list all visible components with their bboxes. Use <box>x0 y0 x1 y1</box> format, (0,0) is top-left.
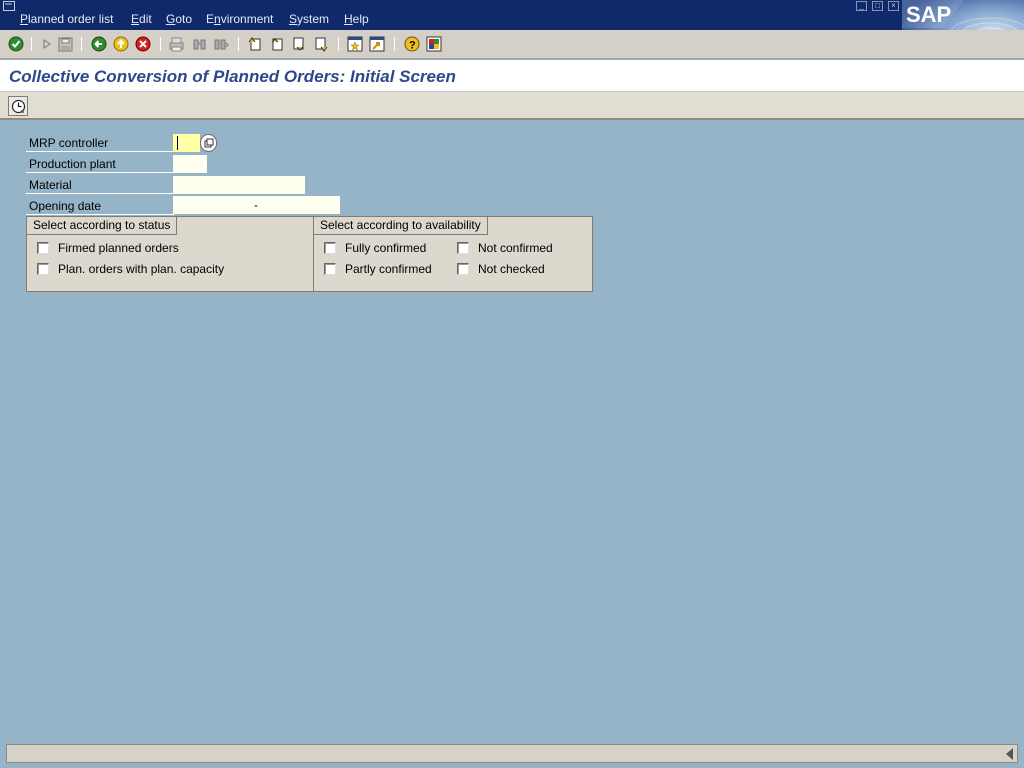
menu-planned-order-list[interactable]: Planned order list <box>20 12 113 26</box>
customize-layout-icon[interactable] <box>425 35 443 53</box>
find-next-icon[interactable] <box>212 35 230 53</box>
menu-environment[interactable]: Environment <box>206 12 273 26</box>
back-icon[interactable] <box>90 35 108 53</box>
checkbox-label: Firmed planned orders <box>58 241 179 255</box>
next-page-icon[interactable] <box>290 35 308 53</box>
opening-date-from-input[interactable] <box>173 196 248 214</box>
execute-clock-icon <box>11 99 25 113</box>
menu-goto[interactable]: Goto <box>166 12 192 26</box>
execute-button[interactable] <box>8 96 28 116</box>
print-icon[interactable] <box>167 35 185 53</box>
svg-text:SAP: SAP <box>906 2 951 27</box>
production-plant-label: Production plant <box>26 153 174 173</box>
find-icon[interactable] <box>190 35 208 53</box>
checkbox-box[interactable] <box>457 263 469 275</box>
mrp-controller-input[interactable] <box>173 134 200 152</box>
mrp-controller-label: MRP controller <box>26 132 174 152</box>
create-session-icon[interactable] <box>346 35 364 53</box>
availability-group: Select according to availability Fully c… <box>313 216 593 292</box>
text-cursor <box>177 136 178 150</box>
toolbar-separator <box>31 37 32 51</box>
possible-entries-icon <box>204 138 213 148</box>
toolbar-separator <box>81 37 82 51</box>
close-window-icon[interactable]: × <box>888 1 899 11</box>
toolbar-separator <box>338 37 339 51</box>
firmed-planned-orders-checkbox[interactable]: Firmed planned orders <box>37 241 179 255</box>
menu-system[interactable]: System <box>289 12 329 26</box>
enter-icon[interactable] <box>7 35 25 53</box>
status-bar <box>6 744 1018 763</box>
opening-date-to-input[interactable] <box>264 196 340 214</box>
screen-title-bar: Collective Conversion of Planned Orders:… <box>0 60 1024 92</box>
last-page-icon[interactable] <box>312 35 330 53</box>
standard-toolbar: ? <box>0 30 1024 59</box>
system-menu-icon[interactable] <box>3 1 15 11</box>
checkbox-label: Partly confirmed <box>345 262 432 276</box>
create-shortcut-icon[interactable] <box>368 35 386 53</box>
checkbox-box[interactable] <box>324 263 336 275</box>
toolbar-separator <box>238 37 239 51</box>
toolbar-separator <box>394 37 395 51</box>
opening-date-label: Opening date <box>26 195 174 215</box>
not-checked-checkbox[interactable]: Not checked <box>457 262 545 276</box>
exit-icon[interactable] <box>112 35 130 53</box>
production-plant-input[interactable] <box>173 155 207 173</box>
fully-confirmed-checkbox[interactable]: Fully confirmed <box>324 241 426 255</box>
plan-orders-plan-capacity-checkbox[interactable]: Plan. orders with plan. capacity <box>37 262 224 276</box>
checkbox-label: Fully confirmed <box>345 241 427 255</box>
checkbox-box[interactable] <box>37 263 49 275</box>
opening-date-range-separator: - <box>248 196 264 214</box>
minimize-icon[interactable]: _ <box>856 1 867 11</box>
not-confirmed-checkbox[interactable]: Not confirmed <box>457 241 553 255</box>
save-icon[interactable] <box>56 35 74 53</box>
checkbox-label: Not checked <box>478 262 545 276</box>
checkbox-box[interactable] <box>457 242 469 254</box>
material-input[interactable] <box>173 176 305 194</box>
page-title: Collective Conversion of Planned Orders:… <box>9 67 456 86</box>
back-arrow-icon[interactable] <box>38 35 56 53</box>
first-page-icon[interactable] <box>246 35 264 53</box>
cancel-icon[interactable] <box>134 35 152 53</box>
status-bar-toggle-arrow-icon[interactable] <box>1006 748 1013 760</box>
status-group: Select according to status Firmed planne… <box>26 216 314 292</box>
partly-confirmed-checkbox[interactable]: Partly confirmed <box>324 262 432 276</box>
possible-entries-button[interactable] <box>200 134 217 152</box>
menu-bar: Planned order list Edit Goto Environment… <box>0 0 1024 58</box>
previous-page-icon[interactable] <box>268 35 286 53</box>
checkbox-box[interactable] <box>324 242 336 254</box>
status-group-title: Select according to status <box>27 217 178 235</box>
help-icon[interactable]: ? <box>403 35 421 53</box>
svg-text:?: ? <box>409 40 416 52</box>
menu-edit[interactable]: Edit <box>131 12 152 26</box>
checkbox-label: Plan. orders with plan. capacity <box>58 262 225 276</box>
application-toolbar <box>0 92 1024 120</box>
toolbar-separator <box>160 37 161 51</box>
maximize-icon[interactable]: □ <box>872 1 883 11</box>
material-label: Material <box>26 174 174 194</box>
availability-group-title: Select according to availability <box>314 217 488 235</box>
checkbox-label: Not confirmed <box>478 241 553 255</box>
checkbox-box[interactable] <box>37 242 49 254</box>
menu-help[interactable]: Help <box>344 12 369 26</box>
